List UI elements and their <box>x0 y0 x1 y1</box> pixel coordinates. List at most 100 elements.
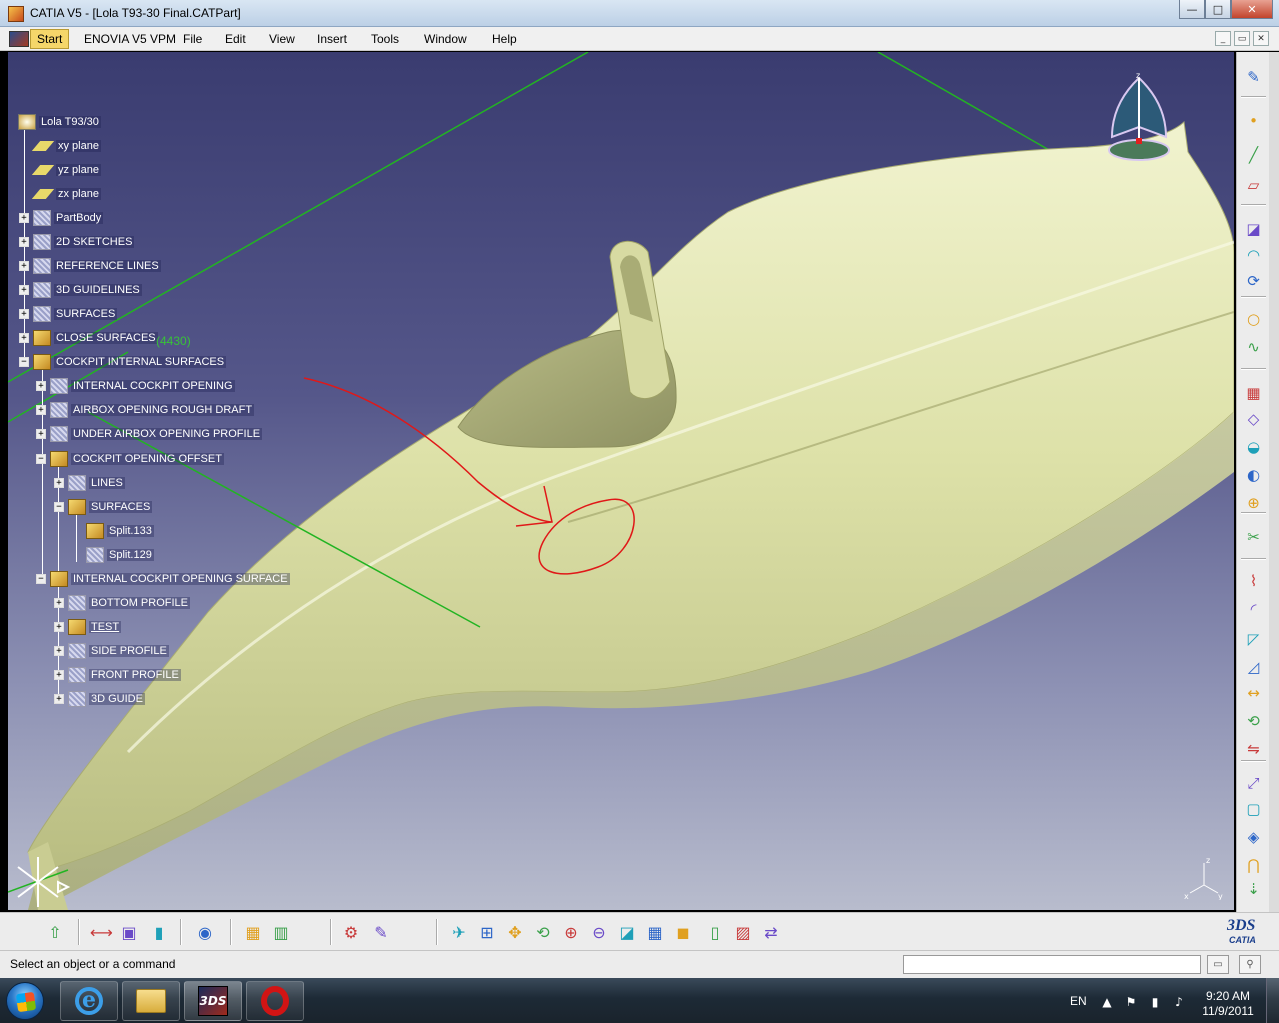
chamfer-icon[interactable]: ◸ <box>1242 628 1265 650</box>
tree-node[interactable]: − INTERNAL COCKPIT OPENING SURFACE <box>36 569 290 589</box>
minimize-button[interactable]: — <box>1179 0 1205 19</box>
catia-app-icon[interactable] <box>8 6 24 22</box>
shading-icon[interactable]: ▯ <box>704 922 726 944</box>
tree-node[interactable]: Split.133 <box>86 521 154 541</box>
tree-node[interactable]: zx plane <box>31 184 101 204</box>
expand-toggle[interactable]: + <box>19 285 29 295</box>
tree-node[interactable]: xy plane <box>31 136 101 156</box>
hide-show-icon[interactable]: ▨ <box>732 922 754 944</box>
expand-toggle[interactable]: + <box>36 405 46 415</box>
plane-icon[interactable]: ▱ <box>1242 174 1265 196</box>
collapse-toggle[interactable]: − <box>19 357 29 367</box>
expand-toggle[interactable]: + <box>54 646 64 656</box>
tree-node[interactable]: yz plane <box>31 160 101 180</box>
circle-icon[interactable]: ○ <box>1242 308 1265 330</box>
catia-menu-icon[interactable] <box>9 31 29 47</box>
join-icon[interactable]: ⊕ <box>1242 492 1265 514</box>
camera-icon[interactable]: ◉ <box>194 922 216 944</box>
loft-icon[interactable]: ◇ <box>1242 408 1265 430</box>
point-icon[interactable]: • <box>1242 110 1265 132</box>
tree-node[interactable]: + 3D GUIDE <box>54 689 145 709</box>
bottle-icon[interactable]: ▮ <box>148 922 170 944</box>
show-desktop-button[interactable] <box>1266 978 1279 1023</box>
multi-view-icon[interactable]: ▦ <box>644 922 666 944</box>
expand-toggle[interactable]: + <box>19 261 29 271</box>
extract-icon[interactable]: ◈ <box>1242 826 1265 848</box>
expand-toggle[interactable]: + <box>54 598 64 608</box>
show-hidden-icons-icon[interactable]: ▲ <box>1100 995 1114 1009</box>
taskbar-internet-explorer[interactable]: e <box>60 981 118 1021</box>
collapse-toggle[interactable]: − <box>54 502 64 512</box>
translate-icon[interactable]: ↔ <box>1242 682 1265 704</box>
maximize-button[interactable]: □ <box>1205 0 1231 19</box>
tree-node[interactable]: + SURFACES <box>19 304 118 324</box>
zoom-out-icon[interactable]: ⊖ <box>588 922 610 944</box>
system-clock[interactable]: 9:20 AM 11/9/2011 <box>1196 989 1260 1019</box>
tree-node[interactable]: + TEST <box>54 617 122 637</box>
menu-enovia[interactable]: ENOVIA V5 VPM <box>78 27 182 51</box>
rotate-icon[interactable]: ⟲ <box>1242 710 1265 732</box>
update-icon[interactable]: ⇧ <box>44 922 66 944</box>
sketch-icon[interactable]: ✎ <box>1242 66 1265 88</box>
line-icon[interactable]: ╱ <box>1242 144 1265 166</box>
table-icon[interactable]: ▥ <box>270 922 292 944</box>
fit-all-icon[interactable]: ⊞ <box>476 922 498 944</box>
draft-icon[interactable]: ◿ <box>1242 656 1265 678</box>
tree-node[interactable]: + 2D SKETCHES <box>19 232 135 252</box>
expand-toggle[interactable]: + <box>36 381 46 391</box>
doc-minimize-button[interactable]: _ <box>1215 31 1231 46</box>
scaling-icon[interactable]: ⤢ <box>1242 772 1265 794</box>
tree-node[interactable]: + FRONT PROFILE <box>54 665 181 685</box>
close-button[interactable]: ✕ <box>1231 0 1273 19</box>
revolve-icon[interactable]: ◠ <box>1242 244 1265 266</box>
catalog-icon[interactable]: ▦ <box>242 922 264 944</box>
taskbar-catia[interactable]: 3DS <box>184 981 242 1021</box>
swap-space-icon[interactable]: ⇄ <box>760 922 782 944</box>
expand-toggle[interactable]: + <box>54 478 64 488</box>
inertia-icon[interactable]: ▣ <box>118 922 140 944</box>
intersect-icon[interactable]: ⋂ <box>1242 854 1265 876</box>
volume-icon[interactable]: ♪ <box>1172 995 1186 1009</box>
offset-icon[interactable]: ◐ <box>1242 464 1265 486</box>
tree-node[interactable]: − COCKPIT INTERNAL SURFACES <box>19 352 227 372</box>
tree-node[interactable]: + CLOSE SURFACES <box>19 328 158 348</box>
expand-toggle[interactable]: + <box>19 237 29 247</box>
menu-edit[interactable]: Edit <box>219 27 252 51</box>
windows-start-button[interactable] <box>6 982 44 1020</box>
language-indicator[interactable]: EN <box>1070 994 1087 1008</box>
sweep-icon[interactable]: ⟳ <box>1242 270 1265 292</box>
menu-start[interactable]: Start <box>30 29 70 49</box>
knowledge-icon[interactable]: ✎ <box>370 922 392 944</box>
menu-window[interactable]: Window <box>418 27 473 51</box>
tree-node[interactable]: + REFERENCE LINES <box>19 256 161 276</box>
tree-node[interactable]: + AIRBOX OPENING ROUGH DRAFT <box>36 400 255 420</box>
expand-toggle[interactable]: + <box>54 670 64 680</box>
tools-palette-icon[interactable]: ⚙ <box>340 922 362 944</box>
menu-help[interactable]: Help <box>486 27 523 51</box>
split-icon[interactable]: ✂ <box>1242 526 1265 548</box>
tree-node[interactable]: + SIDE PROFILE <box>54 641 169 661</box>
measure-icon[interactable]: ⟷ <box>90 922 113 944</box>
expand-toggle[interactable]: + <box>19 309 29 319</box>
symmetry-icon[interactable]: ⇋ <box>1242 738 1265 760</box>
tree-node[interactable]: + 3D GUIDELINES <box>19 280 142 300</box>
iso-view-icon[interactable]: ◼ <box>672 922 694 944</box>
compass-icon[interactable]: z <box>1104 72 1174 172</box>
command-search-button[interactable]: ⚲ <box>1239 955 1261 974</box>
spline-icon[interactable]: ∿ <box>1242 336 1265 358</box>
expand-toggle[interactable]: + <box>54 694 64 704</box>
tree-root[interactable]: Lola T93/30 <box>18 112 101 132</box>
tree-node[interactable]: − COCKPIT OPENING OFFSET <box>36 449 224 469</box>
action-center-flag-icon[interactable]: ⚑ <box>1124 995 1138 1009</box>
tree-node[interactable]: Split.129 <box>86 545 154 565</box>
network-icon[interactable]: ▮ <box>1148 995 1162 1009</box>
fill-icon[interactable]: ▦ <box>1242 382 1265 404</box>
menu-tools[interactable]: Tools <box>365 27 405 51</box>
command-input[interactable] <box>903 955 1201 974</box>
tree-node[interactable]: + LINES <box>54 473 125 493</box>
trim-icon[interactable]: ⌇ <box>1242 570 1265 592</box>
collapse-toggle[interactable]: − <box>36 574 46 584</box>
boundary-icon[interactable]: ▢ <box>1242 798 1265 820</box>
fillet-icon[interactable]: ◜ <box>1242 598 1265 620</box>
rotate-view-icon[interactable]: ⟲ <box>532 922 554 944</box>
